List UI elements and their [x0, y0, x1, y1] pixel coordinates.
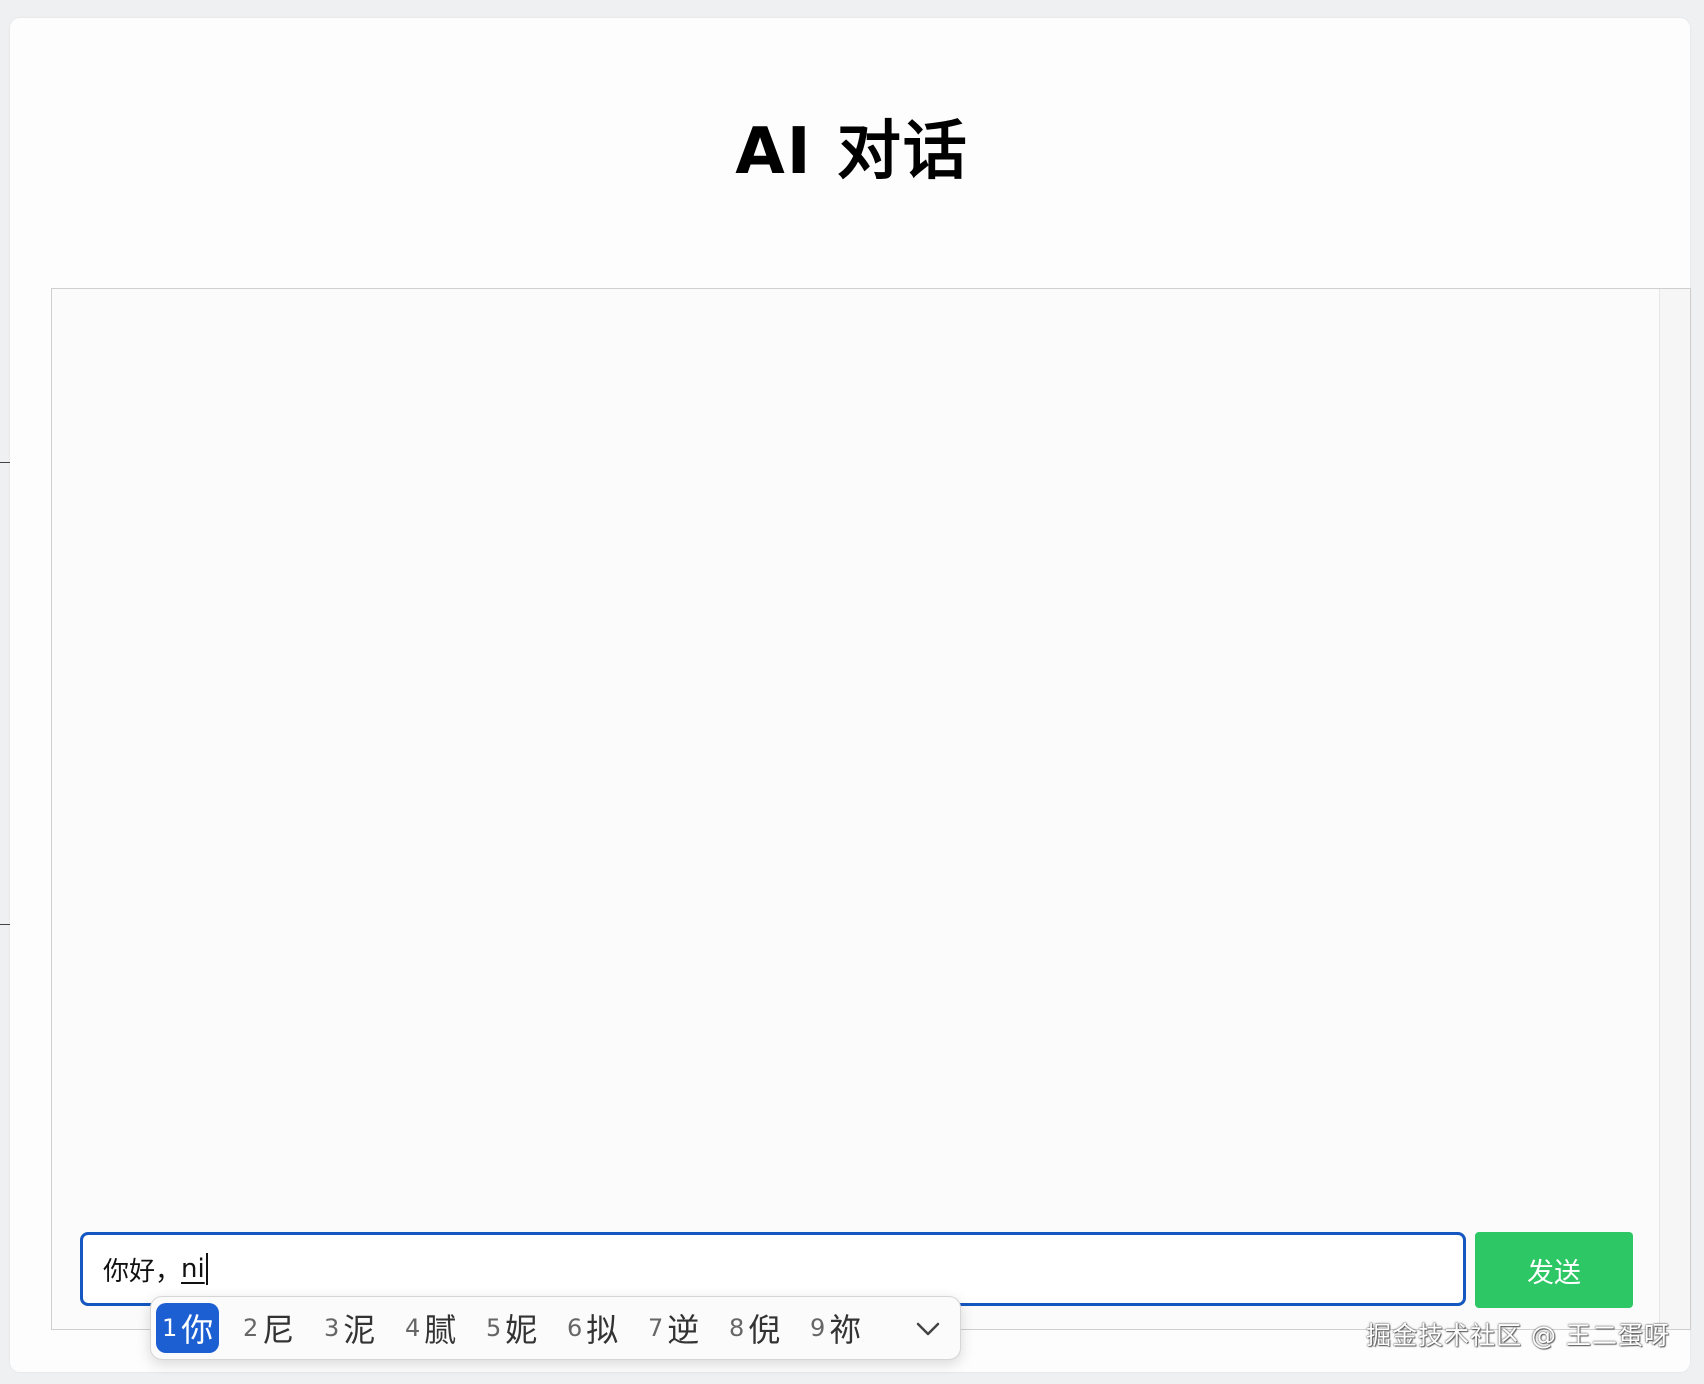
candidate-char: 尼: [262, 1311, 295, 1349]
ime-candidate-7[interactable]: 7 逆: [642, 1303, 705, 1353]
candidate-number: 9: [810, 1314, 826, 1342]
ime-candidate-bar: 1 你 2 尼 3 泥 4 腻 5 妮 6 拟 7 逆 8 倪 9 祢: [150, 1296, 961, 1360]
message-input[interactable]: 你好， ni: [80, 1232, 1466, 1306]
candidate-char: 祢: [829, 1311, 862, 1349]
candidate-char: 妮: [505, 1311, 538, 1349]
ime-candidate-4[interactable]: 4 腻: [399, 1303, 462, 1353]
ime-candidate-2[interactable]: 2 尼: [237, 1303, 300, 1353]
candidate-char: 泥: [343, 1311, 376, 1349]
ime-candidate-3[interactable]: 3 泥: [318, 1303, 381, 1353]
text-caret: [205, 1253, 208, 1285]
candidate-number: 2: [243, 1314, 259, 1342]
ime-candidate-9[interactable]: 9 祢: [804, 1303, 867, 1353]
page-title: AI 对话: [735, 115, 969, 189]
candidate-char: 倪: [748, 1311, 781, 1349]
ime-candidate-8[interactable]: 8 倪: [723, 1303, 786, 1353]
watermark: 掘金技术社区 @ 王二蛋呀: [1366, 1321, 1670, 1350]
edge-marker: [0, 924, 10, 925]
candidate-char: 腻: [424, 1311, 457, 1349]
ime-candidate-5[interactable]: 5 妮: [480, 1303, 543, 1353]
ime-candidate-1[interactable]: 1 你: [156, 1303, 220, 1353]
ime-candidate-6[interactable]: 6 拟: [561, 1303, 624, 1353]
candidate-char: 拟: [586, 1311, 619, 1349]
candidate-char: 你: [181, 1311, 214, 1349]
candidate-number: 3: [324, 1314, 340, 1342]
scrollbar[interactable]: [1659, 289, 1690, 1329]
candidate-char: 逆: [667, 1311, 700, 1349]
candidate-number: 1: [162, 1314, 178, 1342]
input-committed-text: 你好，: [103, 1256, 182, 1287]
candidate-number: 4: [405, 1314, 421, 1342]
chevron-down-icon[interactable]: [912, 1313, 944, 1345]
candidate-number: 7: [648, 1314, 664, 1342]
candidate-number: 8: [729, 1314, 745, 1342]
input-composing-text: ni: [181, 1254, 205, 1284]
chat-messages-area[interactable]: [51, 288, 1691, 1330]
edge-marker: [0, 462, 10, 463]
candidate-number: 6: [567, 1314, 583, 1342]
send-button[interactable]: 发送: [1475, 1232, 1633, 1308]
candidate-number: 5: [486, 1314, 502, 1342]
